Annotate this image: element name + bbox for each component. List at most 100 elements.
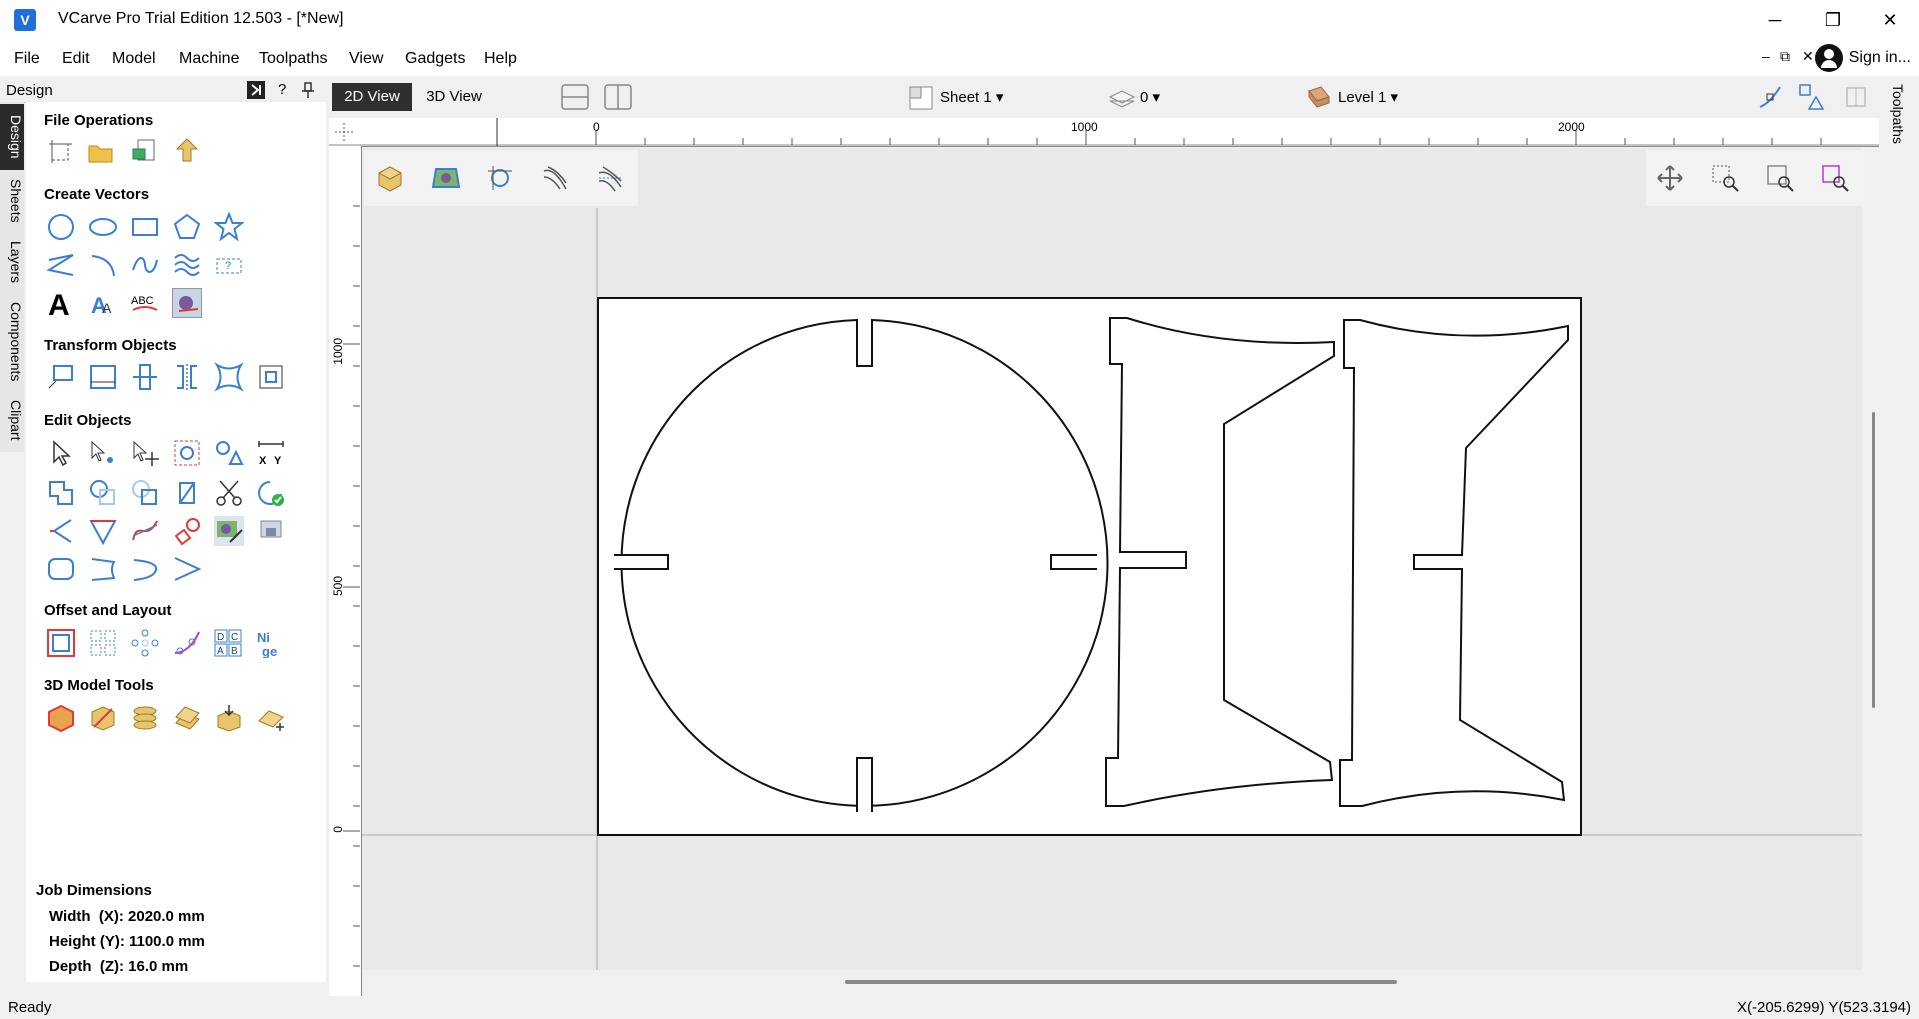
menu-help[interactable]: Help [484,50,517,68]
snap-icon[interactable] [1756,83,1784,111]
split-horizontal-icon[interactable] [560,83,590,111]
join-icon[interactable] [172,516,202,546]
sheet-selector[interactable]: Sheet 1 ▾ [940,88,1003,106]
weld-icon[interactable] [46,478,76,508]
ruler-origin-icon[interactable] [333,121,355,143]
restore-button[interactable]: ❐ [1813,4,1853,36]
scissors-icon[interactable] [214,478,244,508]
nesting-letters-icon[interactable]: DCAB [214,628,244,658]
edit-bitmap-icon[interactable] [214,516,244,546]
import-model-icon[interactable] [172,136,202,166]
mirror-icon[interactable] [172,362,202,392]
rounded-rect-icon[interactable] [46,554,76,584]
curve-icon[interactable] [130,250,160,280]
level-selector[interactable]: Level 1 ▾ [1338,88,1398,106]
zoom-box-icon[interactable] [1710,163,1740,193]
model-stack-icon[interactable] [130,703,160,733]
grid-snap-icon[interactable] [1842,83,1870,111]
model-layers-icon[interactable] [172,703,202,733]
text-icon[interactable]: A [46,288,76,322]
distort-icon[interactable] [214,362,244,392]
model-plane-add-icon[interactable] [256,703,286,733]
sign-in-button[interactable]: Sign in... [1814,44,1911,72]
close-vectors-icon[interactable] [256,478,286,508]
tab-3d-view[interactable]: 3D View [414,83,494,111]
tab-2d-view[interactable]: 2D View [332,83,412,111]
vector-validator-icon[interactable] [485,163,515,193]
mdi-minimize-button[interactable]: – [1762,48,1770,64]
tab-components[interactable]: Components [0,292,24,392]
tab-sheets[interactable]: Sheets [0,168,24,234]
polygon-icon[interactable] [172,212,202,242]
transform-select-icon[interactable] [130,438,160,468]
bitmap-layer-icon[interactable] [430,163,462,193]
pin-icon[interactable] [300,81,316,99]
vertical-scrollbar[interactable] [1872,412,1875,708]
open-file-icon[interactable] [86,136,116,166]
shapes-icon[interactable] [1798,83,1826,111]
model-import-icon[interactable] [214,703,244,733]
minimize-button[interactable]: ─ [1755,4,1795,36]
menu-edit[interactable]: Edit [62,50,90,68]
node-edit-icon[interactable] [88,438,118,468]
extend-icon[interactable] [88,554,118,584]
arc-icon[interactable] [88,250,118,280]
tab-layers[interactable]: Layers [0,230,24,294]
tab-clipart[interactable]: Clipart [0,390,24,450]
new-job-icon[interactable] [46,136,76,166]
group-select-icon[interactable] [214,438,244,468]
tab-design[interactable]: Design [0,104,24,170]
intersect-icon[interactable] [130,478,160,508]
menu-toolpaths[interactable]: Toolpaths [259,50,328,68]
menu-gadgets[interactable]: Gadgets [405,50,465,68]
offset-icon[interactable] [46,628,76,658]
menu-view[interactable]: View [349,50,383,68]
select-icon[interactable] [46,438,76,468]
nesting-icon[interactable]: Ni ge [256,628,286,659]
pan-icon[interactable] [1655,163,1685,193]
mdi-close-button[interactable]: ✕ [1802,48,1814,65]
menu-file[interactable]: File [14,50,40,68]
center-icon[interactable] [130,362,160,392]
copy-along-curve-icon[interactable] [172,628,202,658]
measure-icon[interactable]: XY [256,438,286,468]
tab-toolpaths[interactable]: Toolpaths [1890,84,1906,144]
align-icon[interactable] [88,362,118,392]
import-vectors-icon[interactable] [130,136,160,166]
help-button[interactable]: ? [278,81,286,98]
zoom-selection-icon[interactable] [1820,163,1850,193]
circle-icon[interactable] [46,212,76,242]
interactive-select-icon[interactable] [172,438,202,468]
star-icon[interactable] [213,211,245,242]
arc-join-icon[interactable] [130,554,160,584]
split-vertical-icon[interactable] [603,83,633,111]
layer-selector[interactable]: 0 ▾ [1140,88,1160,106]
dimension-icon[interactable]: ? [214,250,244,280]
fillet-icon[interactable] [46,516,76,546]
chamfer-icon[interactable] [88,516,118,546]
mdi-restore-button[interactable]: ⧉ [1780,48,1790,65]
text-on-curve-icon[interactable]: ABC [130,288,160,318]
drawing-canvas[interactable] [362,148,1862,970]
vector-fan-icon[interactable] [172,554,202,584]
smooth-curve-icon[interactable] [130,516,160,546]
ellipse-icon[interactable] [88,212,118,242]
polyline-icon[interactable] [46,250,76,280]
circular-array-icon[interactable] [130,628,160,658]
zoom-fit-icon[interactable] [1765,163,1795,193]
wave-pattern-icon[interactable] [172,250,202,280]
panel-toggle-icon[interactable] [247,81,265,99]
material-setup-icon[interactable] [375,163,405,193]
trim-icon[interactable] [172,478,202,508]
move-icon[interactable] [46,362,76,392]
menu-machine[interactable]: Machine [179,50,239,68]
horizontal-scrollbar[interactable] [845,980,1397,984]
menu-model[interactable]: Model [112,50,156,68]
bitmap-trace-icon[interactable] [172,288,202,318]
scale-icon[interactable] [256,362,286,392]
image-adjust-icon[interactable] [256,516,286,546]
toolpath-display-icon[interactable] [595,163,625,193]
model-slice-icon[interactable] [88,703,118,733]
subtract-icon[interactable] [88,478,118,508]
rectangle-icon[interactable] [130,212,160,242]
